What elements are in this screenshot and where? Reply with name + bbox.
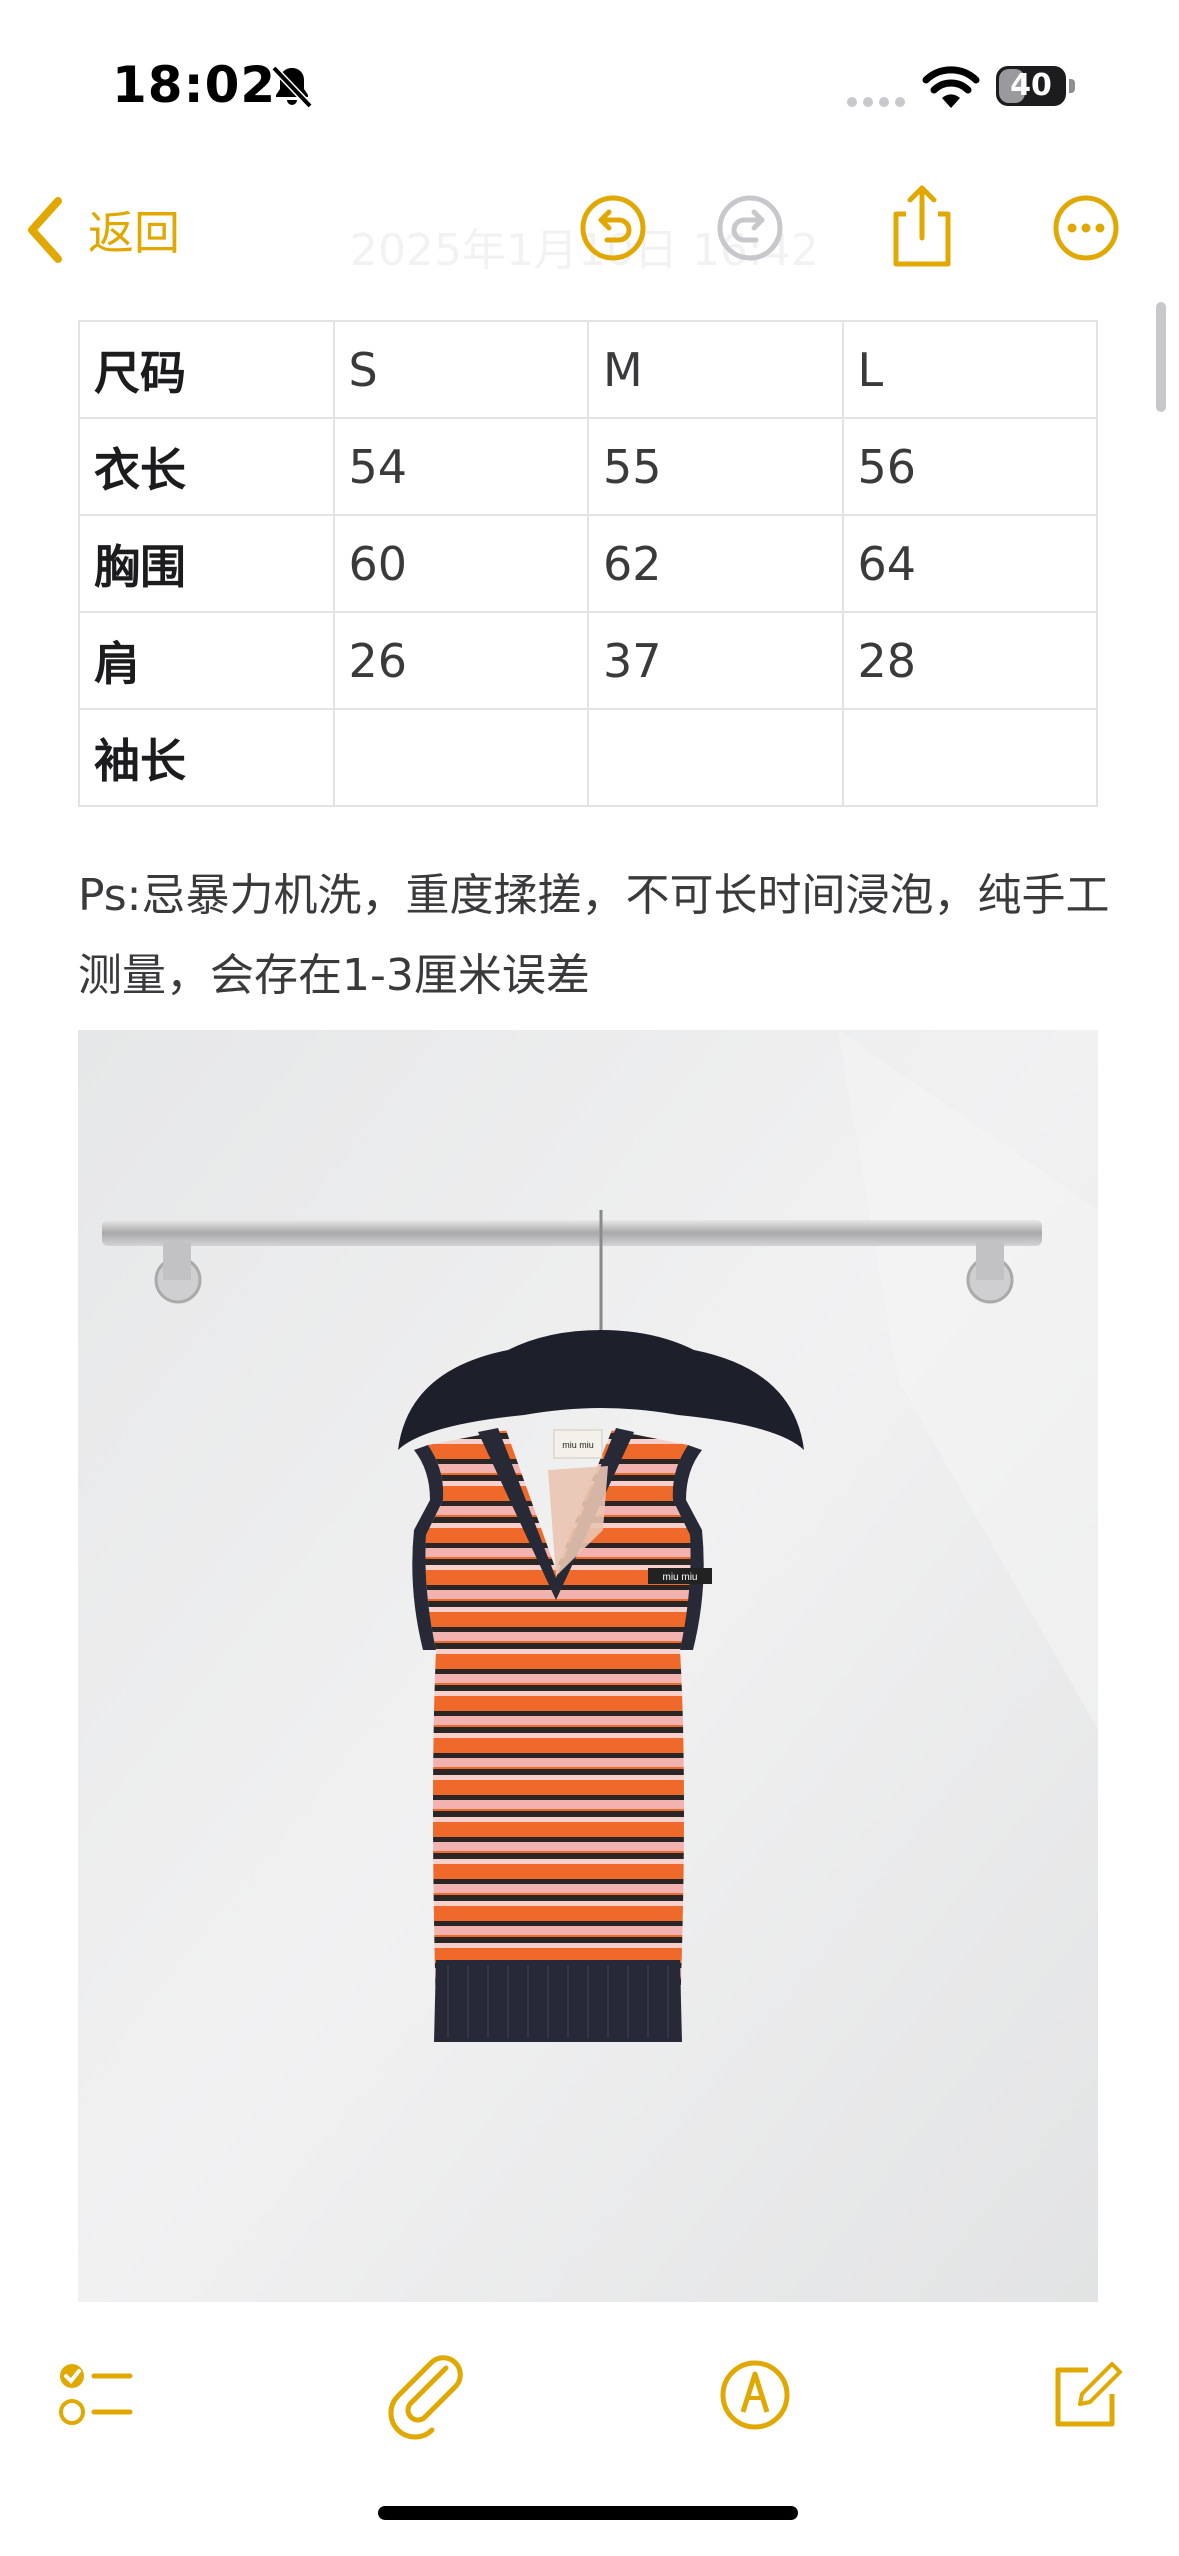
- size-table-cell[interactable]: [332, 708, 589, 807]
- bottom-toolbar: [0, 2320, 1179, 2470]
- size-table-cell[interactable]: 55: [587, 417, 844, 516]
- care-note-text[interactable]: Ps:忌暴力机洗，重度揉搓，不可长时间浸泡，纯手工测量，会存在1-3厘米误差: [78, 856, 1118, 1016]
- size-table-cell[interactable]: 62: [587, 514, 844, 613]
- tag-text: miu miu: [562, 1440, 594, 1450]
- size-table-row: 胸围 60 62 64: [78, 514, 1098, 613]
- compose-icon[interactable]: [1040, 2350, 1130, 2440]
- size-table-row: 袖长: [78, 708, 1098, 807]
- back-button[interactable]: 返回: [24, 192, 180, 268]
- markup-pen-icon[interactable]: [710, 2350, 800, 2440]
- status-bar: 18:02 40: [0, 0, 1179, 170]
- back-chevron-icon: [28, 197, 62, 263]
- size-table-row-header[interactable]: 袖长: [78, 708, 335, 807]
- size-table-row: 尺码 S M L: [78, 320, 1098, 419]
- battery-icon: 40: [996, 66, 1076, 108]
- size-table-row-header[interactable]: 胸围: [78, 514, 335, 613]
- battery-percent: 40: [1010, 68, 1052, 103]
- size-table-cell[interactable]: [587, 708, 844, 807]
- size-table-row: 衣长 54 55 56: [78, 417, 1098, 516]
- bell-slash-icon: [271, 65, 313, 109]
- size-table-row: 肩 26 37 28: [78, 611, 1098, 710]
- badge-text: miu miu: [662, 1572, 697, 1583]
- size-table-cell[interactable]: 28: [841, 611, 1098, 710]
- wifi-icon: [922, 66, 980, 108]
- size-table-cell[interactable]: 26: [332, 611, 589, 710]
- size-table-cell[interactable]: 64: [841, 514, 1098, 613]
- more-icon[interactable]: [1048, 190, 1124, 266]
- size-table-row-header[interactable]: 肩: [78, 611, 335, 710]
- scroll-indicator[interactable]: [1156, 302, 1166, 412]
- undo-icon[interactable]: [575, 190, 651, 266]
- size-table-cell[interactable]: 54: [332, 417, 589, 516]
- size-table-row-header[interactable]: 衣长: [78, 417, 335, 516]
- size-table-cell[interactable]: 37: [587, 611, 844, 710]
- nav-bar: 返回 2025年1月10日 16:42: [0, 170, 1179, 290]
- striped-vest-image: miu miu miu miu: [78, 1030, 1098, 2302]
- redo-icon[interactable]: [712, 190, 788, 266]
- cellular-signal-icon: [847, 97, 905, 107]
- size-table-cell[interactable]: 60: [332, 514, 589, 613]
- size-table-row-header[interactable]: 尺码: [78, 320, 335, 419]
- product-photo[interactable]: miu miu miu miu: [78, 1030, 1098, 2302]
- size-table-cell[interactable]: M: [587, 320, 844, 419]
- size-table: 尺码 S M L 衣长 54 55 56 胸围 60 62 64 肩 26 37 28 袖长: [78, 320, 1098, 807]
- size-table-cell[interactable]: L: [841, 320, 1098, 419]
- back-label: 返回: [88, 206, 180, 260]
- size-table-cell[interactable]: 56: [841, 417, 1098, 516]
- size-table-cell[interactable]: S: [332, 320, 589, 419]
- status-time: 18:02: [112, 56, 277, 114]
- home-indicator[interactable]: [378, 2506, 798, 2520]
- checklist-icon[interactable]: [50, 2350, 140, 2440]
- share-icon[interactable]: [882, 180, 962, 270]
- paperclip-icon[interactable]: [384, 2350, 474, 2440]
- size-table-cell[interactable]: [841, 708, 1098, 807]
